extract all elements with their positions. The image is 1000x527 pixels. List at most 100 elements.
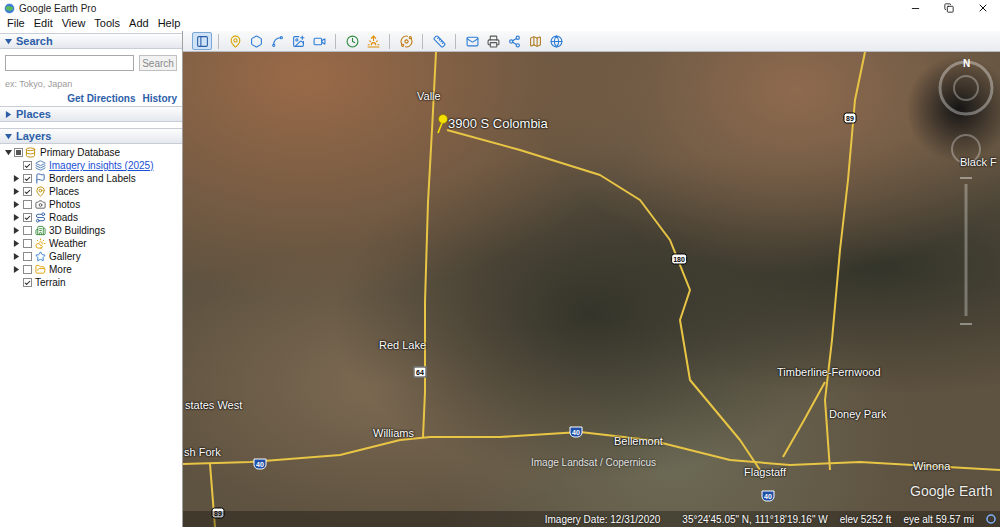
search-header[interactable]: Search <box>0 33 182 49</box>
collapsed-triangle-icon[interactable] <box>13 266 20 273</box>
map-label[interactable]: Valle <box>417 90 441 103</box>
collapsed-triangle-icon[interactable] <box>13 188 20 195</box>
navigation-controls-icon[interactable] <box>936 54 996 334</box>
toolbar-button[interactable] <box>483 32 503 50</box>
menu-item[interactable]: Edit <box>34 15 53 32</box>
layer-item[interactable]: 3D Buildings <box>0 224 182 237</box>
checkbox[interactable] <box>23 278 32 287</box>
toolbar-button[interactable] <box>309 32 329 50</box>
layer-item[interactable]: Imagery insights (2025) <box>0 159 182 172</box>
layer-item[interactable]: More <box>0 263 182 276</box>
map-label[interactable]: Black F <box>960 156 997 169</box>
toolbar-button[interactable] <box>396 32 416 50</box>
layer-item[interactable]: Borders and Labels <box>0 172 182 185</box>
checkbox[interactable] <box>23 252 32 261</box>
toolbar-button[interactable] <box>192 32 212 50</box>
checkbox[interactable] <box>23 213 32 222</box>
toolbar-button[interactable] <box>429 32 449 50</box>
toolbar-button[interactable] <box>288 32 308 50</box>
layer-item[interactable]: Terrain <box>0 276 182 289</box>
checkbox[interactable] <box>23 265 32 274</box>
status-bar: Imagery Date: 12/31/202035°24'45.05" N, … <box>183 511 1000 527</box>
toolbar-separator <box>422 34 423 49</box>
layer-root[interactable]: Primary Database <box>0 146 182 159</box>
checkbox[interactable] <box>23 200 32 209</box>
toolbar-button[interactable] <box>504 32 524 50</box>
layers-tree: Primary DatabaseImagery insights (2025)B… <box>0 144 182 289</box>
weather-icon <box>35 238 46 249</box>
toolbar-button[interactable] <box>246 32 266 50</box>
collapsed-triangle-icon[interactable] <box>13 253 20 260</box>
menu-item[interactable]: File <box>7 15 25 32</box>
sunlight-icon <box>367 35 380 48</box>
toolbar-separator <box>218 34 219 49</box>
route-shield: 64 <box>414 367 427 378</box>
toolbar-button[interactable] <box>525 32 545 50</box>
map-label[interactable]: Williams <box>373 427 414 440</box>
restore-button[interactable] <box>932 0 966 16</box>
collapsed-triangle-icon[interactable] <box>13 175 20 182</box>
map-label[interactable]: states West <box>185 399 242 412</box>
toolbar-button[interactable] <box>462 32 482 50</box>
toolbar-separator <box>389 34 390 49</box>
layer-item[interactable]: Photos <box>0 198 182 211</box>
expanded-triangle-icon[interactable] <box>5 133 12 140</box>
pushpin-icon[interactable] <box>435 114 449 134</box>
layer-item[interactable]: Weather <box>0 237 182 250</box>
toolbar-button[interactable] <box>342 32 362 50</box>
buildings-icon <box>35 225 46 236</box>
checkbox[interactable] <box>23 187 32 196</box>
search-link[interactable]: History <box>143 92 177 105</box>
search-link[interactable]: Get Directions <box>67 92 135 105</box>
close-button[interactable] <box>966 0 1000 16</box>
search-input[interactable] <box>5 55 134 71</box>
expanded-triangle-icon[interactable] <box>5 149 12 156</box>
collapsed-triangle-icon[interactable] <box>13 201 20 208</box>
toolbar-button[interactable] <box>267 32 287 50</box>
layer-item[interactable]: Roads <box>0 211 182 224</box>
app-window: Google Earth ProFileEditViewToolsAddHelp… <box>0 0 1000 527</box>
history-icon <box>346 35 359 48</box>
toolbar-button[interactable] <box>225 32 245 50</box>
collapsed-triangle-icon[interactable] <box>13 240 20 247</box>
search-button[interactable]: Search <box>139 55 177 71</box>
toolbar-separator <box>335 34 336 49</box>
map-icon <box>529 35 542 48</box>
placemark-label[interactable]: 3900 S Colombia <box>448 116 548 131</box>
layer-item[interactable]: Places <box>0 185 182 198</box>
menu-item[interactable]: Help <box>158 15 181 32</box>
map-label[interactable]: Winona <box>913 460 950 473</box>
path-icon <box>271 35 284 48</box>
checkbox[interactable] <box>23 161 32 170</box>
email-icon <box>466 35 479 48</box>
checkbox[interactable] <box>23 226 32 235</box>
collapsed-triangle-icon[interactable] <box>13 214 20 221</box>
menu-item[interactable]: Add <box>129 15 149 32</box>
menu-item[interactable]: Tools <box>94 15 120 32</box>
map-label[interactable]: Doney Park <box>829 408 886 421</box>
map-label[interactable]: Flagstaff <box>744 466 786 479</box>
map-view[interactable]: N Valle Red Lake states West Williams sh Fork… <box>183 52 1000 527</box>
search-panel: Searchex: Tokyo, JapanGet DirectionsHist… <box>0 49 182 105</box>
minimize-button[interactable] <box>898 0 932 16</box>
map-label[interactable]: sh Fork <box>184 446 221 459</box>
places-header[interactable]: Places <box>0 106 182 122</box>
toolbar-button[interactable] <box>546 32 566 50</box>
expanded-triangle-icon[interactable] <box>5 38 12 45</box>
map-label[interactable]: Timberline-Fernwood <box>777 366 881 379</box>
borders-icon <box>35 173 46 184</box>
map-label[interactable]: Red Lake <box>379 339 426 352</box>
checkbox[interactable] <box>23 239 32 248</box>
layer-item[interactable]: Gallery <box>0 250 182 263</box>
layers-header[interactable]: Layers <box>0 128 182 144</box>
checkbox[interactable] <box>23 174 32 183</box>
checkbox[interactable] <box>14 148 23 157</box>
menu-item[interactable]: View <box>62 15 86 32</box>
collapsed-triangle-icon[interactable] <box>5 111 12 118</box>
collapsed-triangle-icon[interactable] <box>13 227 20 234</box>
check-icon <box>24 214 31 222</box>
overlay-icon <box>292 35 305 48</box>
compass-label[interactable]: N <box>963 56 970 71</box>
map-label[interactable]: Bellemont <box>614 435 663 448</box>
toolbar-button[interactable] <box>363 32 383 50</box>
